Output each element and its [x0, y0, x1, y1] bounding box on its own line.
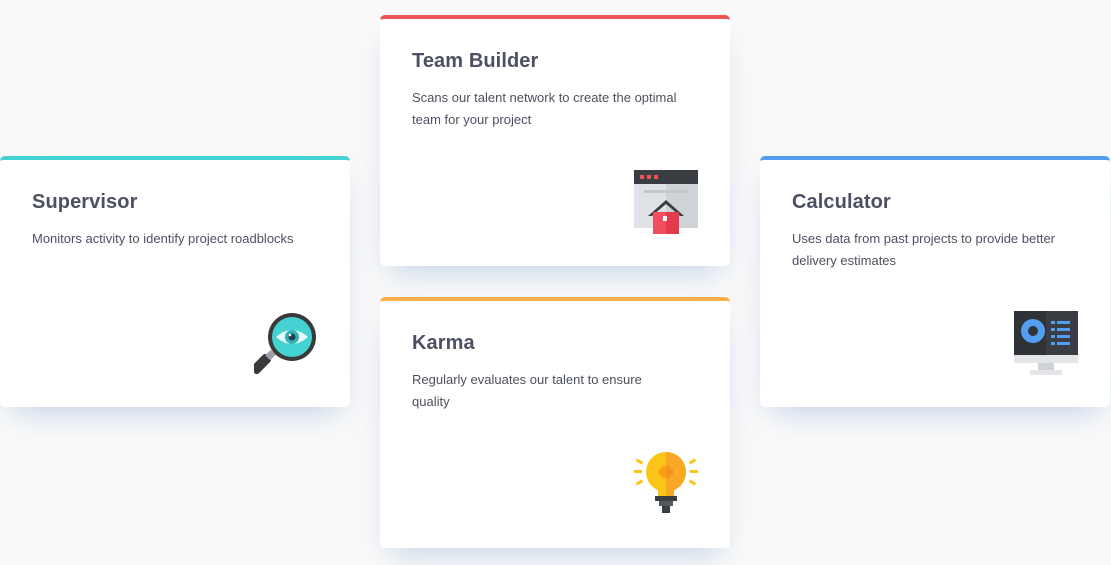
- monitor-dashboard-icon: [1014, 311, 1078, 375]
- feature-card-team-builder: Team Builder Scans our talent network to…: [380, 15, 730, 266]
- card-description: Monitors activity to identify project ro…: [32, 231, 294, 246]
- card-description: Uses data from past projects to provide …: [792, 231, 1056, 268]
- browser-house-icon: [634, 170, 698, 234]
- card-description: Scans our talent network to create the o…: [412, 90, 677, 127]
- card-description: Regularly evaluates our talent to ensure…: [412, 372, 642, 409]
- feature-card-calculator: Calculator Uses data from past projects …: [760, 156, 1110, 407]
- card-title: Team Builder: [412, 50, 539, 72]
- card-title: Karma: [412, 332, 475, 354]
- feature-card-supervisor: Supervisor Monitors activity to identify…: [0, 156, 350, 407]
- card-title: Supervisor: [32, 191, 138, 213]
- feature-card-karma: Karma Regularly evaluates our talent to …: [380, 297, 730, 548]
- features-section: Supervisor Monitors activity to identify…: [0, 0, 1111, 565]
- magnifier-eye-icon: [254, 311, 318, 375]
- lightbulb-icon: [634, 452, 698, 516]
- card-title: Calculator: [792, 191, 891, 213]
